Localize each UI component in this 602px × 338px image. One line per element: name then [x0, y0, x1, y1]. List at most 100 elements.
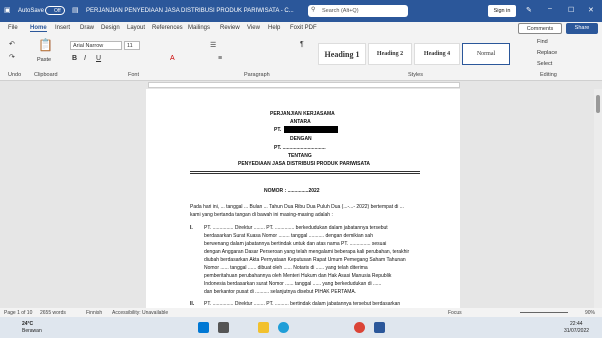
double-divider [190, 171, 420, 174]
explorer-icon[interactable] [258, 322, 269, 333]
tab-view[interactable]: View [247, 25, 260, 31]
doc-title-1: PERJANJIAN KERJASAMA [270, 111, 335, 117]
align-icon[interactable]: ≡ [218, 55, 222, 62]
redacted-block [284, 126, 338, 133]
paragraph-mark-icon[interactable]: ¶ [300, 41, 304, 48]
document-title: PERJANJIAN PENYEDIAAN JASA DISTRIBUSI PR… [86, 8, 294, 14]
focus-button[interactable]: Focus [448, 310, 462, 316]
item-1-line-a: PT. ............... Direktur ........ PT… [204, 225, 388, 231]
share-button[interactable]: Share [566, 23, 598, 34]
tab-help[interactable]: Help [268, 25, 280, 31]
start-icon[interactable] [198, 322, 209, 333]
item-1-line-d: dengan Anggaran Dasar Perseroan yang tel… [204, 249, 410, 255]
ruler-track [148, 82, 460, 88]
zoom-level[interactable]: 90% [585, 310, 595, 316]
word-taskbar-icon[interactable] [374, 322, 385, 333]
paste-icon[interactable]: 📋 [38, 38, 53, 52]
underline-icon[interactable]: U [96, 55, 101, 62]
doc-subject: PENYEDIAAN JASA DISTRIBUSI PRODUK PARIWI… [238, 161, 371, 167]
tab-draw[interactable]: Draw [80, 25, 94, 31]
find-button[interactable]: Find [537, 39, 548, 45]
item-1-line-e: diubah berdasarkan Akta Pernyataan Keput… [204, 257, 406, 263]
minimize-icon[interactable]: – [548, 5, 552, 12]
language[interactable]: Finnish [86, 310, 102, 316]
style-heading-4[interactable]: Heading 4 [414, 43, 460, 65]
sign-in-button[interactable]: Sign in [488, 5, 516, 17]
style-heading-2[interactable]: Heading 2 [368, 43, 412, 65]
autosave-label: AutoSave [18, 8, 45, 14]
edge-icon[interactable] [278, 322, 289, 333]
vertical-scrollbar[interactable] [594, 89, 602, 308]
document-page[interactable]: PERJANJIAN KERJASAMA ANTARA PT. DENGAN P… [146, 89, 460, 308]
undo-icon[interactable]: ↶ [9, 40, 15, 48]
doc-title-2: ANTARA [290, 119, 311, 125]
tab-foxit-pdf[interactable]: Foxit PDF [290, 25, 317, 31]
bold-icon[interactable]: B [72, 55, 77, 62]
select-button[interactable]: Select [537, 61, 552, 67]
tab-layout[interactable]: Layout [127, 25, 145, 31]
redo-icon[interactable]: ↷ [9, 53, 15, 61]
close-icon[interactable]: ✕ [588, 6, 594, 14]
doc-party-1: PT. [274, 127, 282, 133]
para-1b: kami yang bertanda tangan di bawah ini m… [190, 212, 333, 218]
tab-mailings[interactable]: Mailings [188, 25, 210, 31]
group-clipboard: Clipboard [34, 72, 58, 78]
group-undo: Undo [8, 72, 22, 78]
font-color-icon[interactable]: A [170, 55, 175, 62]
style-normal[interactable]: Normal [462, 43, 510, 65]
status-bar: Page 1 of 10 2655 words Finnish Accessib… [0, 308, 602, 317]
item-1-line-i: dan berkantor pusat di .......... selanj… [204, 289, 357, 295]
para-1a: Pada hari ini, ... tanggal ... Bulan ...… [190, 204, 404, 210]
paste-label[interactable]: Paste [37, 57, 51, 63]
maximize-icon[interactable]: ☐ [568, 6, 574, 14]
comments-button[interactable]: Comments [518, 23, 562, 34]
pen-icon[interactable]: ✎ [526, 6, 532, 14]
tab-insert[interactable]: Insert [55, 25, 70, 31]
item-2-marker: II. [190, 301, 195, 307]
word-icon: ▣ [4, 7, 11, 14]
item-1-line-h: Indonesia berdasarkan surat Nomor ......… [204, 281, 382, 287]
search-taskbar-icon[interactable] [218, 322, 229, 333]
chrome-icon[interactable] [354, 322, 365, 333]
zoom-slider[interactable] [520, 312, 568, 313]
accessibility-status[interactable]: Accessibility: Unavailable [112, 310, 168, 316]
style-heading-1[interactable]: Heading 1 [318, 43, 366, 65]
taskbar: 24°C Berawan 22:44 31/07/2022 [0, 317, 602, 338]
word-count[interactable]: 2655 words [40, 310, 66, 316]
group-styles: Styles [408, 72, 423, 78]
autosave-toggle[interactable]: Off [45, 6, 65, 15]
tab-review[interactable]: Review [220, 25, 240, 31]
weather-temp[interactable]: 24°C [22, 321, 33, 327]
page-count[interactable]: Page 1 of 10 [4, 310, 32, 316]
item-2-line-a: PT. ............... Direktur ........ PT… [204, 301, 401, 307]
tab-design[interactable]: Design [101, 25, 120, 31]
item-1-line-g: pemberitahuan perubahannya oleh Menteri … [204, 273, 392, 279]
doc-party-2: PT. ............................... [274, 145, 326, 151]
tab-file[interactable]: File [8, 25, 18, 31]
doc-title-dengan: DENGAN [290, 136, 312, 142]
italic-icon[interactable]: I [84, 55, 86, 62]
save-icon[interactable]: ▤ [72, 6, 79, 14]
item-1-marker: I. [190, 225, 193, 231]
group-font: Font [128, 72, 140, 78]
bullets-icon[interactable]: ☰ [210, 41, 216, 49]
search-input[interactable]: Search (Alt+Q) [308, 5, 408, 17]
font-name-select[interactable]: Arial Narrow [70, 41, 122, 50]
tab-references[interactable]: References [152, 25, 183, 31]
doc-number: NOMOR : ...............2022 [264, 188, 320, 194]
horizontal-ruler[interactable] [0, 81, 602, 89]
title-bar: ▣ AutoSave Off ▤ PERJANJIAN PENYEDIAAN J… [0, 0, 602, 22]
ribbon: ↶ ↷ Undo 📋 Paste Clipboard Arial Narrow … [0, 35, 602, 81]
tab-home[interactable]: Home [30, 25, 47, 32]
group-paragraph: Paragraph [244, 72, 270, 78]
item-1-line-f: Nomor ...... tanggal ...... dibuat oleh … [204, 265, 368, 271]
item-1-line-c: berwenang dalam jabatannya bertindak unt… [204, 241, 387, 247]
replace-button[interactable]: Replace [537, 50, 557, 56]
ribbon-tabs: File Home Insert Draw Design Layout Refe… [0, 22, 602, 35]
group-editing: Editing [540, 72, 557, 78]
clock-time[interactable]: 22:44 [570, 321, 583, 327]
scroll-thumb[interactable] [596, 95, 600, 113]
clock-date[interactable]: 31/07/2022 [564, 328, 589, 334]
weather-desc[interactable]: Berawan [22, 328, 42, 334]
font-size-select[interactable]: 11 [124, 41, 140, 50]
